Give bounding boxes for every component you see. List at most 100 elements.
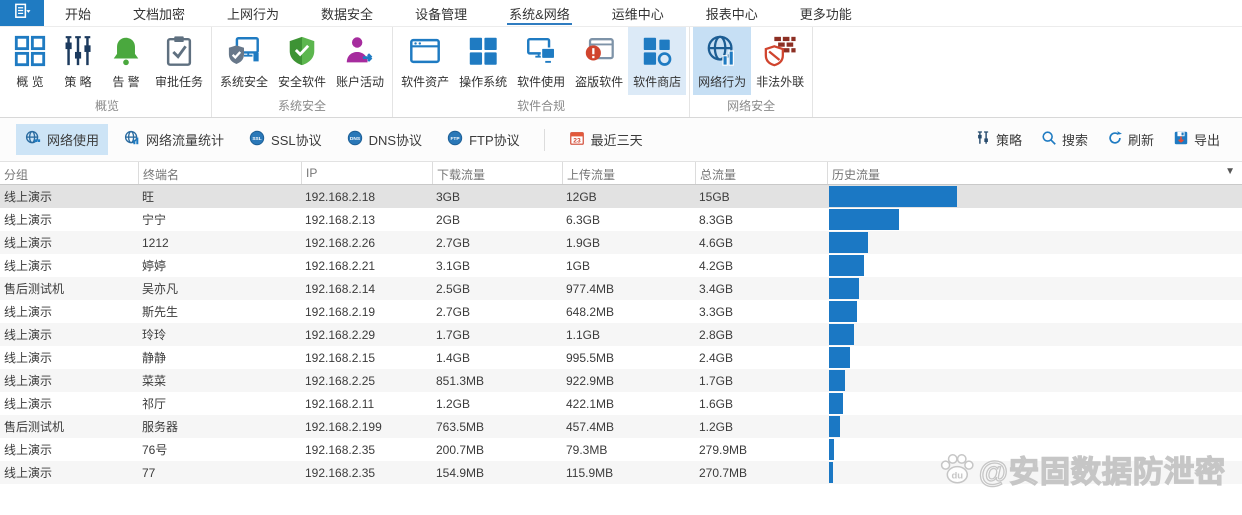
cell-download: 1.4GB (436, 350, 471, 365)
menu-tab-doc-encryption[interactable]: 文档加密 (112, 0, 206, 26)
software-usage-icon (524, 33, 558, 69)
column-header-1[interactable]: 终端名 (138, 162, 301, 184)
ftp-protocol-icon: FTP (447, 130, 463, 149)
cell-terminal-name: 1212 (142, 235, 169, 250)
refresh-button[interactable]: 刷新 (1101, 125, 1160, 154)
cell-history (827, 415, 1242, 438)
ribbon-button-alert[interactable]: 告 警 (102, 27, 150, 95)
menu-tab-report-center[interactable]: 报表中心 (685, 0, 779, 26)
column-options-icon[interactable]: ▼ (1225, 166, 1235, 177)
view-tab-label: FTP协议 (469, 133, 520, 148)
ribbon-button-security-software[interactable]: 安全软件 (273, 27, 331, 95)
table-row[interactable]: 线上演示 76号 192.168.2.35 200.7MB 79.3MB 279.9MB (0, 438, 1242, 461)
cell-download: 2.7GB (436, 304, 471, 319)
column-header-0[interactable]: 分组 (0, 162, 138, 184)
view-tab-label: SSL协议 (271, 133, 322, 148)
ribbon-button-illegal-connection[interactable]: 非法外联 (751, 27, 809, 95)
policy-button[interactable]: 策略 (969, 125, 1028, 154)
ribbon-button-system-security[interactable]: 系统安全 (215, 27, 273, 95)
table-row[interactable]: 线上演示 祁厅 192.168.2.11 1.2GB 422.1MB 1.6GB (0, 392, 1242, 415)
ribbon-group-items: 系统安全 安全软件 账户活动 (215, 27, 389, 95)
search-button[interactable]: 搜索 (1035, 125, 1094, 154)
cell-upload: 1.1GB (566, 327, 601, 342)
table-row[interactable]: 线上演示 菜菜 192.168.2.25 851.3MB 922.9MB 1.7GB (0, 369, 1242, 392)
cell-total: 3.4GB (699, 281, 734, 296)
menu-tab-system-network[interactable]: 系统&网络 (488, 0, 591, 26)
approval-tasks-icon (162, 33, 196, 69)
ribbon: 概 览策 略告 警审批任务 概览 系统安全 安全软件 账户活动 系统安全 软件资产 操作系统软… (0, 27, 1242, 118)
cell-ip: 192.168.2.29 (305, 327, 376, 342)
column-header-4[interactable]: 上传流量 (562, 162, 695, 184)
ribbon-group-items: 概 览 策 略 告 警 审批任务 (6, 27, 208, 95)
menu-tab-label: 系统&网络 (509, 6, 570, 22)
cell-ip: 192.168.2.199 (305, 419, 382, 434)
app-window: 开始 文档加密 上网行为 数据安全 设备管理 系统&网络 运维中心 报表中心 更多功能 概 览策… (0, 0, 1242, 515)
cell-download: 1.7GB (436, 327, 471, 342)
cell-group: 线上演示 (4, 397, 53, 411)
cell-group: 线上演示 (4, 259, 53, 273)
ribbon-group-overview-group: 概 览 策 略 告 警 审批任务 概览 (3, 27, 213, 117)
alert-icon (109, 33, 143, 69)
ribbon-button-label: 软件商店 (633, 75, 682, 89)
ribbon-group-title: 软件合规 (517, 99, 566, 113)
menu-tab-web-behavior[interactable]: 上网行为 (206, 0, 300, 26)
table-row[interactable]: 线上演示 婷婷 192.168.2.21 3.1GB 1GB 4.2GB (0, 254, 1242, 277)
ribbon-button-overview[interactable]: 概 览 (6, 27, 54, 95)
column-header-6[interactable]: 历史流量 (827, 162, 1242, 184)
view-tab-ssl-protocol[interactable]: SSL SSL协议 (240, 124, 331, 155)
table-row[interactable]: 售后测试机 服务器 192.168.2.199 763.5MB 457.4MB 1.2GB (0, 415, 1242, 438)
view-tab-network-usage[interactable]: 网络使用 (16, 124, 109, 155)
ribbon-button-account-activity[interactable]: 账户活动 (331, 27, 389, 95)
view-tab-dns-protocol[interactable]: DNS DNS协议 (338, 124, 431, 155)
ribbon-button-label: 网络行为 (698, 75, 747, 89)
cell-group: 线上演示 (4, 374, 53, 388)
ribbon-group-network-security-group: 网络行为 非法外联 网络安全 (690, 27, 814, 117)
cell-history (827, 346, 1242, 369)
ribbon-button-label: 软件使用 (517, 75, 566, 89)
column-header-2[interactable]: IP (301, 162, 432, 184)
ribbon-button-software-asset[interactable]: 软件资产 (396, 27, 454, 95)
column-header-3[interactable]: 下载流量 (432, 162, 562, 184)
table-row[interactable]: 线上演示 宁宁 192.168.2.13 2GB 6.3GB 8.3GB (0, 208, 1242, 231)
export-button[interactable]: 导出 (1167, 125, 1226, 154)
menu-tab-ops-center[interactable]: 运维中心 (591, 0, 685, 26)
cell-upload: 422.1MB (566, 396, 615, 411)
cell-terminal-name: 静静 (142, 351, 167, 365)
ribbon-button-software-usage[interactable]: 软件使用 (512, 27, 570, 95)
cell-ip: 192.168.2.15 (305, 350, 376, 365)
view-tab-ftp-protocol[interactable]: FTP FTP协议 (438, 124, 529, 155)
history-traffic-bar (829, 301, 857, 322)
menu-tab-label: 设备管理 (415, 6, 468, 22)
ribbon-button-pirated-software[interactable]: 盗版软件 (570, 27, 628, 95)
ribbon-button-policy[interactable]: 策 略 (54, 27, 102, 95)
svg-text:23: 23 (573, 137, 581, 144)
app-menu-button[interactable] (0, 0, 44, 26)
cell-total: 2.4GB (699, 350, 734, 365)
network-behavior-icon (705, 33, 739, 69)
table-row[interactable]: 线上演示 静静 192.168.2.15 1.4GB 995.5MB 2.4GB (0, 346, 1242, 369)
menu-tab-more-features[interactable]: 更多功能 (779, 0, 873, 26)
table-row[interactable]: 线上演示 1212 192.168.2.26 2.7GB 1.9GB 4.6GB (0, 231, 1242, 254)
ribbon-button-operating-system[interactable]: 操作系统 (454, 27, 512, 95)
ribbon-button-network-behavior[interactable]: 网络行为 (693, 27, 752, 95)
menu-tab-home[interactable]: 开始 (44, 0, 112, 26)
table-row[interactable]: 线上演示 旺 192.168.2.18 3GB 12GB 15GB (0, 185, 1242, 208)
ribbon-button-approval-tasks[interactable]: 审批任务 (150, 27, 208, 95)
policy-icon (61, 33, 95, 69)
table-row[interactable]: 线上演示 玲玲 192.168.2.29 1.7GB 1.1GB 2.8GB (0, 323, 1242, 346)
ssl-protocol-icon: SSL (249, 130, 265, 149)
cell-upload: 977.4MB (566, 281, 615, 296)
software-asset-icon (408, 33, 442, 69)
cell-ip: 192.168.2.19 (305, 304, 376, 319)
ribbon-button-software-store[interactable]: 软件商店 (628, 27, 687, 95)
menu-tab-device-management[interactable]: 设备管理 (394, 0, 488, 26)
table-row[interactable]: 线上演示 77 192.168.2.35 154.9MB 115.9MB 270.7MB (0, 461, 1242, 484)
cell-history (827, 277, 1242, 300)
view-tab-traffic-stats[interactable]: 网络流量统计 (115, 124, 233, 155)
ribbon-button-label: 账户活动 (336, 75, 385, 89)
table-row[interactable]: 售后测试机 吴亦凡 192.168.2.14 2.5GB 977.4MB 3.4GB (0, 277, 1242, 300)
date-filter-button[interactable]: 23 最近三天 (560, 124, 652, 155)
column-header-5[interactable]: 总流量 (695, 162, 827, 184)
table-row[interactable]: 线上演示 斯先生 192.168.2.19 2.7GB 648.2MB 3.3GB (0, 300, 1242, 323)
menu-tab-data-security[interactable]: 数据安全 (300, 0, 394, 26)
